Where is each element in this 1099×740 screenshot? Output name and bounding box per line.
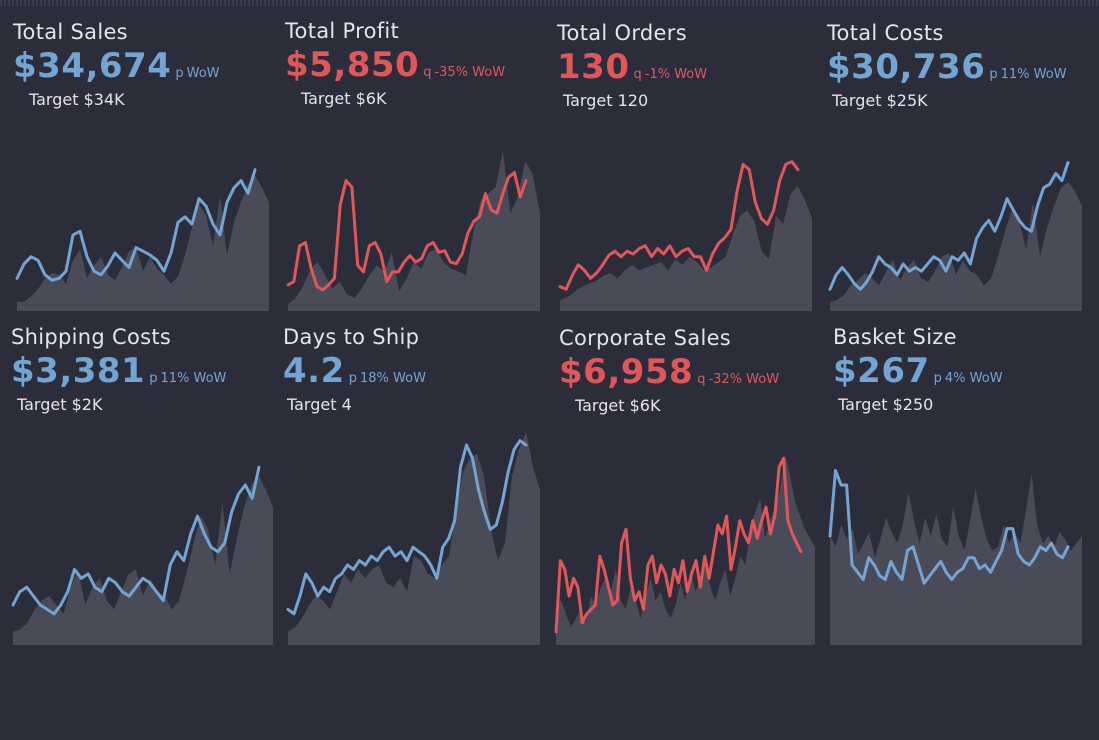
kpi-target: Target $34K (29, 90, 125, 109)
kpi-title: Basket Size (833, 325, 957, 349)
wow-change: -32% WoW (708, 372, 780, 387)
sparkline-chart (286, 151, 540, 311)
sparkline-chart (11, 465, 273, 645)
trend-arrow-icon: p (989, 67, 998, 82)
kpi-target: Target 4 (287, 395, 352, 414)
trend-arrow-icon: q (697, 372, 706, 387)
kpi-value-row: $6,958 q -32% WoW (559, 352, 779, 392)
kpi-target: Target $6K (575, 396, 661, 415)
kpi-title: Total Sales (13, 20, 128, 44)
kpi-value: $30,736 (827, 47, 986, 87)
wow-change: -1% WoW (644, 67, 708, 82)
wow-change: -35% WoW (434, 65, 506, 80)
wow-change: 11% WoW (160, 371, 227, 386)
kpi-title: Total Orders (557, 21, 687, 45)
kpi-value-row: $30,736 p 11% WoW (827, 47, 1067, 87)
kpi-title: Total Profit (285, 19, 400, 43)
kpi-target: Target 120 (563, 91, 649, 110)
kpi-value: $6,958 (559, 352, 694, 392)
trend-arrow-icon: p (175, 66, 184, 81)
kpi-value-row: $5,850 q -35% WoW (285, 45, 505, 85)
kpi-value-row: 4.2 p 18% WoW (283, 351, 426, 391)
kpi-value: $267 (833, 351, 930, 391)
kpi-value: $3,381 (11, 351, 146, 391)
kpi-target: Target $250 (838, 395, 934, 414)
prior-period-area (556, 453, 815, 645)
kpi-title: Days to Ship (283, 325, 420, 349)
prior-period-area (288, 431, 540, 645)
kpi-value: $34,674 (13, 46, 172, 86)
prior-period-area (830, 182, 1082, 311)
kpi-title: Shipping Costs (11, 325, 172, 349)
kpi-value: 130 (557, 47, 630, 87)
kpi-value-row: $3,381 p 11% WoW (11, 351, 226, 391)
trend-arrow-icon: p (348, 371, 357, 386)
kpi-target: Target $25K (832, 91, 928, 110)
kpi-value: 4.2 (283, 351, 345, 391)
sparkline-chart (828, 161, 1082, 311)
wow-change: 18% WoW (360, 371, 426, 386)
trend-arrow-icon: q (633, 67, 642, 82)
kpi-target: Target $6K (301, 89, 387, 108)
trend-arrow-icon: p (149, 371, 158, 386)
sparkline-chart (828, 469, 1082, 645)
kpi-value: $5,850 (285, 45, 420, 85)
wow-change: 4% WoW (944, 371, 1003, 386)
kpi-value-row: $34,674 p WoW (13, 46, 220, 86)
sparkline-chart (558, 160, 812, 311)
sparkline-chart (286, 431, 540, 645)
wow-change: 11% WoW (1000, 67, 1067, 82)
trend-arrow-icon: p (933, 371, 942, 386)
prior-period-area (13, 476, 273, 645)
sparkline-chart (554, 453, 815, 645)
kpi-value-row: 130 q -1% WoW (557, 47, 707, 87)
top-border (0, 0, 1099, 6)
kpi-title: Corporate Sales (559, 326, 732, 350)
kpi-target: Target $2K (17, 395, 103, 414)
wow-change: WoW (186, 66, 220, 81)
kpi-title: Total Costs (827, 21, 944, 45)
kpi-value-row: $267 p 4% WoW (833, 351, 1003, 391)
sparkline-chart (15, 168, 269, 311)
trend-arrow-icon: q (423, 65, 432, 80)
